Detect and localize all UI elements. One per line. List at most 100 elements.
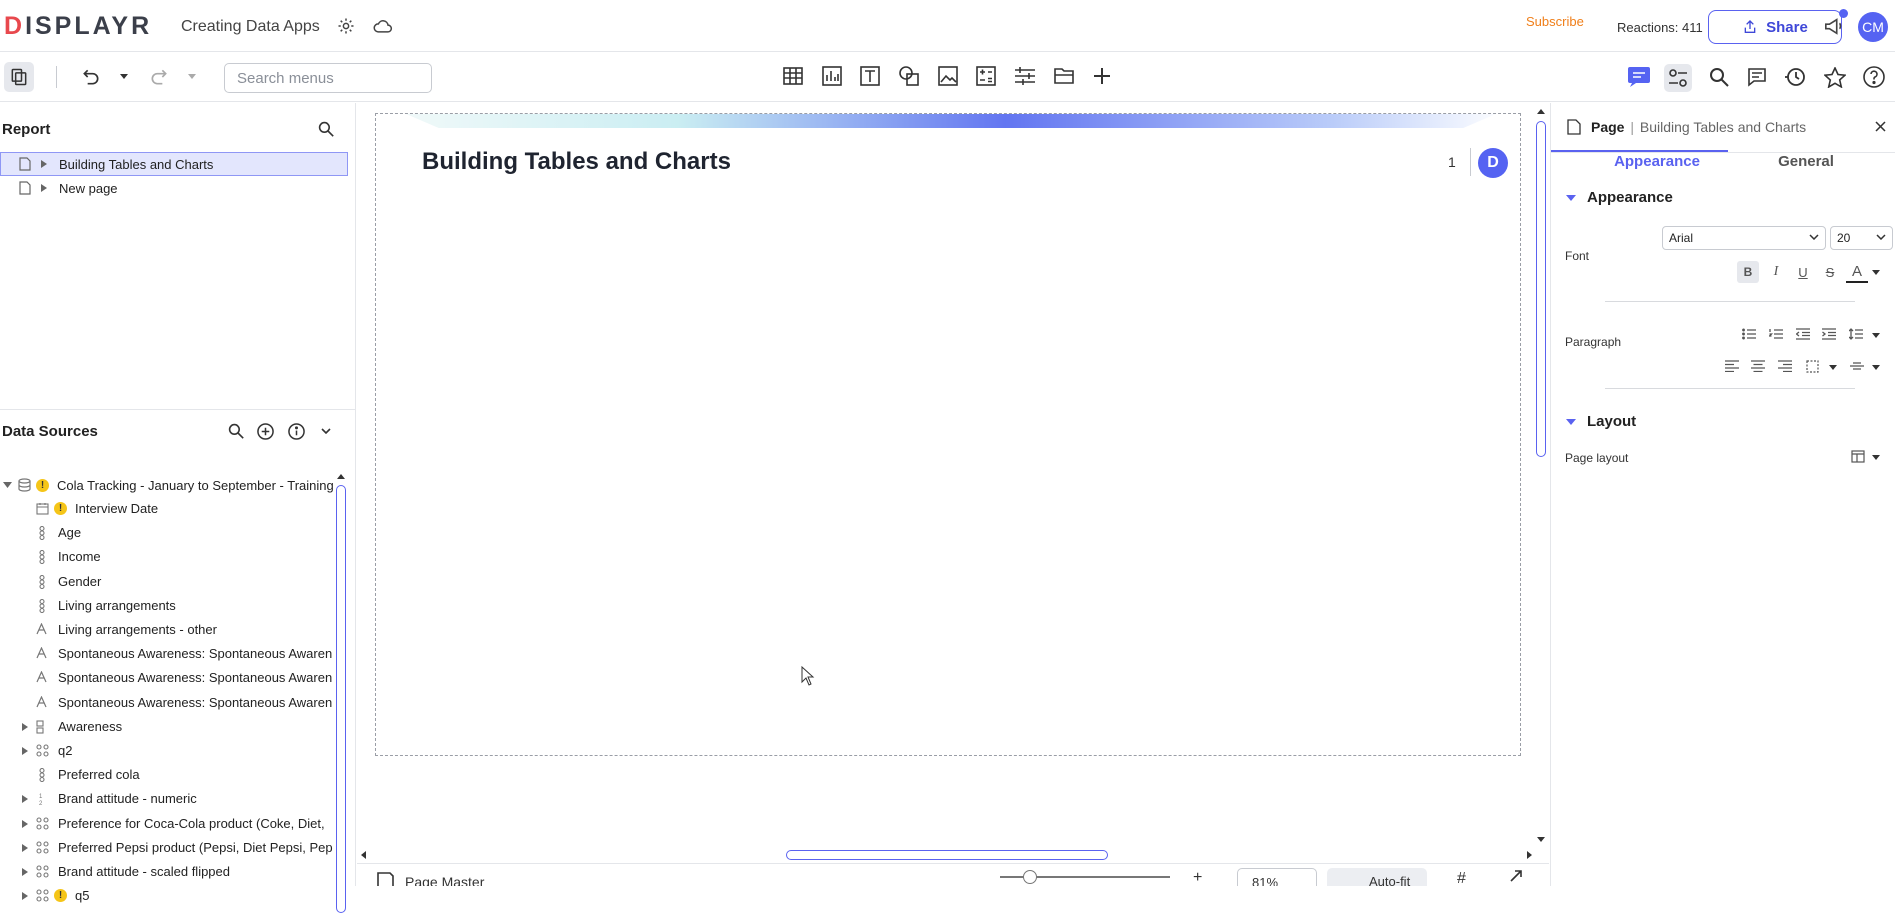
data-source-variable[interactable]: Spontaneous Awareness: Spontaneous Aware… xyxy=(0,691,336,715)
underline-icon[interactable]: U xyxy=(1792,261,1814,283)
search-menus-input[interactable]: Search menus xyxy=(224,63,432,93)
strikethrough-icon[interactable]: S xyxy=(1819,261,1841,283)
comments-chat-icon[interactable] xyxy=(1626,64,1652,90)
data-source-variable[interactable]: Spontaneous Awareness: Spontaneous Aware… xyxy=(0,642,336,666)
vertical-align-icon[interactable] xyxy=(1847,357,1867,375)
data-sources-scrollbar-thumb[interactable] xyxy=(336,485,346,913)
numbered-list-icon[interactable] xyxy=(1766,325,1786,343)
undo-icon[interactable] xyxy=(78,66,104,88)
font-family-select[interactable]: Arial xyxy=(1662,226,1826,250)
zoom-in-plus-icon[interactable]: + xyxy=(1193,869,1202,886)
displayr-logo[interactable]: D ISPLAYR xyxy=(4,12,152,40)
user-avatar[interactable]: CM xyxy=(1858,12,1888,42)
document-title[interactable]: Creating Data Apps xyxy=(181,18,320,36)
expand-arrow-icon[interactable] xyxy=(22,722,28,731)
data-source-variable[interactable]: 1 2 Brand attitude - numeric xyxy=(0,787,336,811)
page-logo-badge[interactable]: D xyxy=(1478,148,1508,178)
tab-appearance[interactable]: Appearance xyxy=(1597,153,1717,170)
page-master-button[interactable]: Page Master xyxy=(375,870,484,886)
insert-table-icon[interactable] xyxy=(781,64,805,88)
align-left-icon[interactable] xyxy=(1722,357,1742,375)
data-source-variable[interactable]: Brand attitude - scaled flipped xyxy=(0,860,336,884)
data-source-variable[interactable]: Age xyxy=(0,521,336,545)
insert-chart-icon[interactable] xyxy=(820,64,844,88)
undo-dropdown-chevron-icon[interactable] xyxy=(118,70,130,82)
properties-panel-icon[interactable] xyxy=(1664,64,1692,92)
font-size-select[interactable]: 20 xyxy=(1830,226,1893,250)
bold-icon[interactable]: B xyxy=(1737,261,1759,283)
data-source-info-icon[interactable] xyxy=(286,421,306,441)
canvas-horizontal-scrollbar-thumb[interactable] xyxy=(786,850,1108,860)
toggle-panels-icon[interactable] xyxy=(4,62,34,92)
notes-icon[interactable] xyxy=(1745,65,1769,89)
data-source-variable[interactable]: Awareness xyxy=(0,715,336,739)
expand-arrow-icon[interactable] xyxy=(1509,869,1523,883)
insert-more-plus-icon[interactable] xyxy=(1090,64,1114,88)
font-color-dropdown-icon[interactable] xyxy=(1871,268,1881,276)
scroll-up-arrow-icon[interactable] xyxy=(337,474,346,480)
zoom-level-select[interactable]: 81% xyxy=(1237,868,1317,886)
autofit-button[interactable]: Auto-fit xyxy=(1327,868,1427,886)
canvas-scroll-left-icon[interactable] xyxy=(361,851,367,859)
data-source-variable[interactable]: q2 xyxy=(0,739,336,763)
cloud-icon[interactable] xyxy=(372,16,394,36)
decrease-indent-icon[interactable] xyxy=(1793,325,1813,343)
report-page[interactable]: Building Tables and Charts 1 D xyxy=(375,113,1521,756)
add-data-source-icon[interactable] xyxy=(255,421,275,441)
announcements-megaphone-icon[interactable] xyxy=(1822,9,1848,38)
page-heading[interactable]: Building Tables and Charts xyxy=(422,148,731,176)
subscribe-link[interactable]: Subscribe xyxy=(1526,14,1584,29)
favorites-star-icon[interactable] xyxy=(1823,65,1847,89)
expand-arrow-icon[interactable] xyxy=(22,819,28,828)
redo-icon[interactable] xyxy=(146,66,172,88)
insert-control-icon[interactable] xyxy=(1013,64,1037,88)
expand-arrow-icon[interactable] xyxy=(41,160,47,168)
canvas-vertical-scrollbar-thumb[interactable] xyxy=(1536,121,1546,457)
data-sources-search-icon[interactable] xyxy=(226,421,246,441)
redo-dropdown-chevron-icon[interactable] xyxy=(186,70,198,82)
expand-arrow-icon[interactable] xyxy=(22,843,28,852)
report-page-item[interactable]: New page xyxy=(0,176,350,200)
line-spacing-dropdown-icon[interactable] xyxy=(1871,331,1881,339)
expand-arrow-icon[interactable] xyxy=(41,184,47,192)
data-source-variable[interactable]: Preferred cola xyxy=(0,763,336,787)
layout-collapse-icon[interactable] xyxy=(1566,419,1576,425)
expand-arrow-icon[interactable] xyxy=(22,747,28,755)
grid-hash-icon[interactable]: # xyxy=(1457,870,1466,886)
collapse-arrow-icon[interactable] xyxy=(3,482,12,488)
history-icon[interactable] xyxy=(1783,65,1807,89)
data-source-variable[interactable]: Preferred Pepsi product (Pepsi, Diet Pep… xyxy=(0,836,336,860)
search-icon[interactable] xyxy=(1707,65,1731,89)
italic-icon[interactable]: I xyxy=(1765,261,1787,283)
data-source-variable[interactable]: ! Interview Date xyxy=(0,497,336,521)
expand-arrow-icon[interactable] xyxy=(22,892,28,901)
expand-arrow-icon[interactable] xyxy=(22,868,28,876)
font-color-icon[interactable]: A xyxy=(1846,261,1868,283)
page-layout-icon[interactable] xyxy=(1849,448,1867,464)
data-source-variable[interactable]: Living arrangements xyxy=(0,594,336,618)
insert-image-icon[interactable] xyxy=(936,64,960,88)
line-spacing-icon[interactable] xyxy=(1846,325,1866,343)
canvas-scroll-right-icon[interactable] xyxy=(1527,851,1533,859)
bullet-list-icon[interactable] xyxy=(1739,325,1759,343)
insert-text-icon[interactable] xyxy=(858,64,882,88)
tab-general[interactable]: General xyxy=(1741,153,1871,170)
data-source-variable[interactable]: Living arrangements - other xyxy=(0,618,336,642)
align-center-icon[interactable] xyxy=(1748,357,1768,375)
data-source-variable[interactable]: ! q5 xyxy=(0,884,336,908)
data-sources-collapse-chevron-icon[interactable] xyxy=(316,421,336,441)
vertical-align-dropdown-icon[interactable] xyxy=(1871,363,1881,371)
padding-box-icon[interactable] xyxy=(1802,357,1822,375)
insert-calculation-icon[interactable] xyxy=(974,64,998,88)
padding-dropdown-icon[interactable] xyxy=(1828,363,1838,371)
appearance-collapse-icon[interactable] xyxy=(1566,195,1576,201)
expand-arrow-icon[interactable] xyxy=(22,795,28,804)
canvas-scroll-down-icon[interactable] xyxy=(1537,837,1545,843)
data-source-variable[interactable]: Preference for Coca-Cola product (Coke, … xyxy=(0,812,336,836)
insert-folder-icon[interactable] xyxy=(1051,64,1077,88)
data-source-root[interactable]: ! Cola Tracking - January to September -… xyxy=(0,473,340,497)
align-right-icon[interactable] xyxy=(1775,357,1795,375)
canvas-scroll-up-icon[interactable] xyxy=(1537,109,1545,115)
help-icon[interactable] xyxy=(1862,65,1886,89)
close-panel-icon[interactable] xyxy=(1875,121,1886,132)
